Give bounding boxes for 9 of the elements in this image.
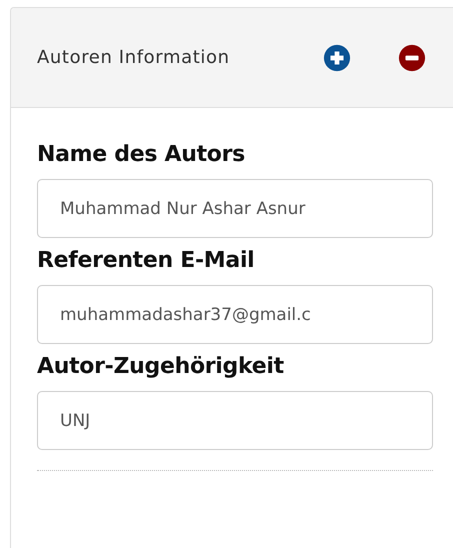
input-field[interactable]: muhammadashar37@gmail.c xyxy=(37,285,433,344)
remove-button[interactable] xyxy=(398,44,426,72)
field-label: Autor-Zugehörigkeit xyxy=(37,354,285,379)
input-field[interactable]: UNJ xyxy=(37,391,433,450)
panel-title: Autoren Information xyxy=(37,47,230,68)
input-field[interactable]: Muhammad Nur Ashar Asnur xyxy=(37,179,433,238)
add-button[interactable] xyxy=(323,44,351,72)
field-label: Referenten E-Mail xyxy=(37,248,256,273)
field-label: Name des Autors xyxy=(37,142,246,167)
